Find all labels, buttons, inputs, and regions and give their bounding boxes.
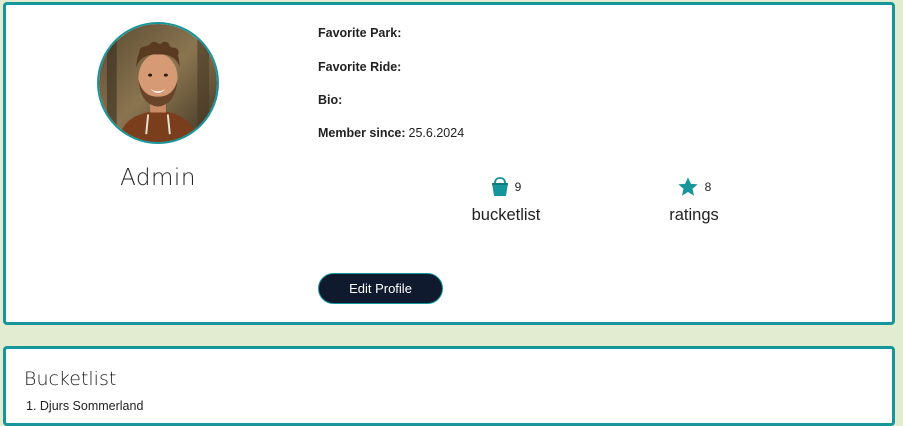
- member-since-label: Member since:: [318, 126, 406, 140]
- bucketlist-item[interactable]: 1. Djurs Sommerland: [26, 399, 143, 413]
- favorite-park-row: Favorite Park:: [318, 26, 404, 40]
- bio-label: Bio:: [318, 93, 343, 107]
- bucketlist-stat[interactable]: 9 bucketlist: [426, 174, 586, 225]
- profile-card: Admin Favorite Park: Favorite Ride: Bio:…: [3, 2, 895, 325]
- avatar-photo: [99, 24, 217, 142]
- favorite-ride-label: Favorite Ride:: [318, 60, 402, 74]
- bio-row: Bio:: [318, 93, 345, 107]
- bucket-icon: [491, 177, 509, 197]
- star-icon: [677, 176, 699, 198]
- bucketlist-label: bucketlist: [471, 206, 541, 224]
- favorite-park-label: Favorite Park:: [318, 26, 402, 40]
- ratings-count: 8: [704, 180, 712, 194]
- avatar: [97, 22, 219, 144]
- bucketlist-title: Bucketlist: [24, 368, 117, 390]
- bucketlist-list: 1. Djurs Sommerland: [26, 399, 143, 413]
- username: Admin: [120, 165, 196, 191]
- bucketlist-count: 9: [514, 180, 522, 194]
- member-since-row: Member since: 25.6.2024: [318, 126, 464, 140]
- edit-profile-button[interactable]: Edit Profile: [318, 273, 443, 304]
- bucketlist-card: Bucketlist 1. Djurs Sommerland: [3, 346, 895, 426]
- ratings-stat[interactable]: 8 ratings: [614, 174, 774, 225]
- favorite-ride-row: Favorite Ride:: [318, 60, 404, 74]
- ratings-label: ratings: [669, 206, 719, 224]
- member-since-value: 25.6.2024: [408, 126, 465, 140]
